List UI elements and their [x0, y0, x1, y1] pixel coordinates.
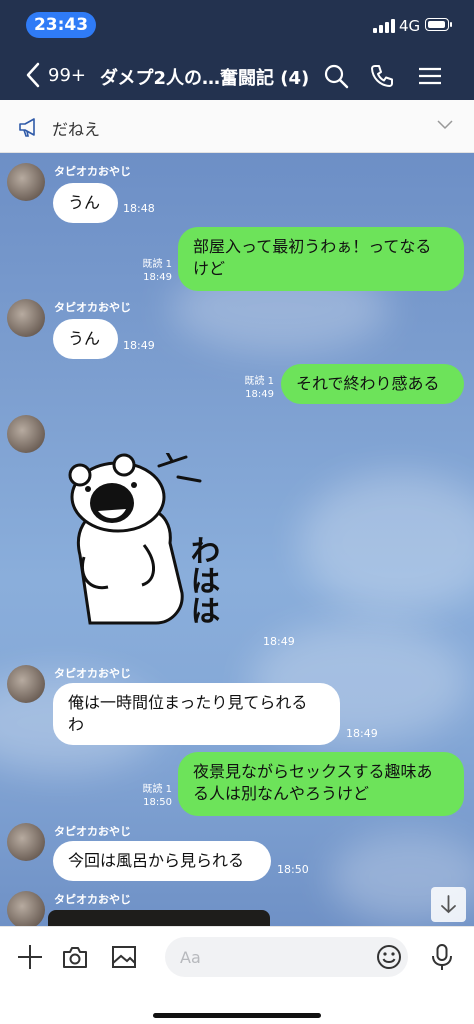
image-icon[interactable] — [110, 943, 138, 971]
avatar[interactable] — [7, 415, 45, 453]
sender-name: タピオカおやじ — [54, 667, 131, 680]
announcement-text: だねえ — [52, 120, 101, 139]
message-time: 18:48 — [123, 202, 155, 215]
avatar[interactable] — [7, 823, 45, 861]
incoming-bubble[interactable]: うん — [53, 183, 118, 223]
sticker-image[interactable]: わはは — [60, 445, 250, 643]
chevron-down-icon[interactable] — [436, 118, 454, 132]
message-time: 18:49 — [123, 339, 155, 352]
read-receipt: 既読 1 18:49 — [142, 259, 172, 283]
status-time: 23:43 — [26, 12, 96, 38]
outgoing-bubble[interactable]: 夜景見ながらセックスする趣味あ る人は別なんやろうけど — [178, 752, 464, 816]
message-time: 18:50 — [277, 863, 309, 876]
incoming-bubble[interactable]: 俺は一時間位まったり見てられるわ — [53, 683, 340, 745]
arrow-down-icon — [441, 895, 456, 914]
sender-name: タピオカおやじ — [54, 301, 131, 314]
chevron-left-icon — [26, 62, 40, 88]
sender-name: タピオカおやじ — [54, 825, 131, 838]
incoming-bubble[interactable]: 今回は風呂から見られる — [53, 841, 271, 881]
message-time: 18:49 — [346, 727, 378, 740]
back-button[interactable]: 99+ — [24, 60, 86, 90]
scroll-to-bottom-button[interactable] — [431, 887, 466, 922]
phone-icon[interactable] — [368, 62, 396, 90]
photo-message[interactable] — [48, 910, 270, 926]
chat-area[interactable]: タピオカおやじ うん 18:48 既読 1 18:49 部屋入って最初うわぁ！って… — [0, 153, 474, 926]
message-time: 18:49 — [263, 635, 295, 648]
megaphone-icon — [19, 118, 35, 137]
outgoing-bubble[interactable]: 部屋入って最初うわぁ！ってなる けど — [178, 227, 464, 291]
emoji-icon[interactable] — [375, 943, 403, 971]
read-receipt: 既読 1 18:50 — [142, 784, 172, 808]
avatar[interactable] — [7, 891, 45, 926]
message-input[interactable] — [165, 937, 408, 977]
unread-count: 99+ — [48, 64, 86, 86]
chat-title[interactable]: ダメプ2人の…奮闘記 (4) — [100, 64, 309, 90]
plus-icon[interactable] — [16, 943, 44, 971]
avatar[interactable] — [7, 163, 45, 201]
top-bar: 23:43 4G 99+ ダメプ2人の…奮闘記 (4) — [0, 0, 474, 100]
home-indicator[interactable] — [153, 1013, 321, 1018]
signal-icon — [373, 19, 395, 33]
search-icon[interactable] — [322, 62, 350, 90]
camera-icon[interactable] — [61, 943, 89, 971]
battery-icon — [425, 18, 452, 31]
network-label: 4G — [399, 17, 421, 35]
read-receipt: 既読 1 18:49 — [244, 376, 274, 400]
input-bar — [0, 926, 474, 1024]
sender-name: タピオカおやじ — [54, 893, 131, 906]
sticker-caption: わはは — [185, 535, 220, 625]
sender-name: タピオカおやじ — [54, 165, 131, 178]
menu-icon[interactable] — [416, 62, 444, 90]
avatar[interactable] — [7, 665, 45, 703]
avatar[interactable] — [7, 299, 45, 337]
outgoing-bubble[interactable]: それで終わり感ある — [281, 364, 464, 404]
incoming-bubble[interactable]: うん — [53, 319, 118, 359]
microphone-icon[interactable] — [428, 943, 456, 971]
announcement-bar[interactable]: だねえ — [0, 100, 474, 153]
